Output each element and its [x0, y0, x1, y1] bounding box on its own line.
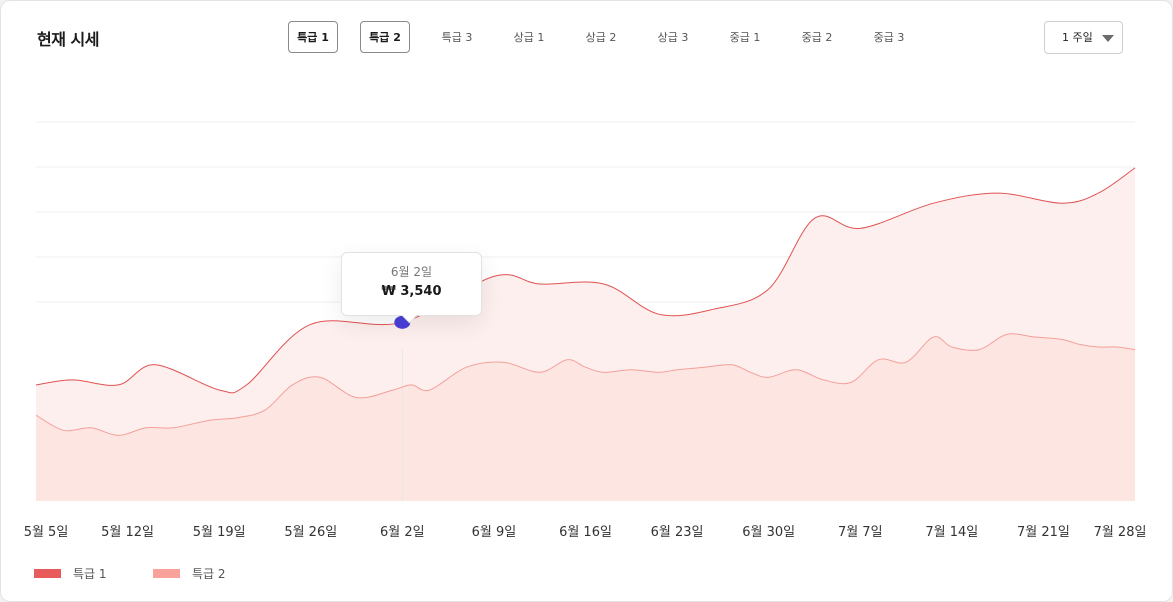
legend-label: 특급 1 — [73, 567, 107, 581]
legend-swatch — [153, 569, 180, 578]
x-tick-label: 5월 12일 — [101, 525, 154, 540]
tooltip-date: 6월 2일 — [390, 265, 433, 279]
x-tick-label: 5월 26일 — [284, 525, 337, 540]
tooltip-price: ₩ 3,540 — [381, 284, 442, 299]
legend-swatch — [34, 569, 61, 578]
x-tick-label: 6월 23일 — [651, 525, 704, 540]
x-tick-label: 5월 5일 — [24, 525, 69, 540]
x-tick-label: 6월 2일 — [380, 525, 425, 540]
x-tick-label: 6월 9일 — [472, 525, 517, 540]
price-chart: 5월 5일 5월 12일 5월 19일 5월 26일 6월 2일 6월 9일 6월 16일 6… — [24, 121, 1147, 540]
x-tick-label: 7월 14일 — [925, 525, 978, 540]
x-tick-label: 7월 7일 — [838, 525, 883, 540]
legend-label: 특급 2 — [192, 567, 226, 581]
x-tick-label: 7월 21일 — [1017, 525, 1070, 540]
x-tick-label: 5월 19일 — [193, 525, 246, 540]
x-tick-label: 7월 28일 — [1094, 525, 1147, 540]
x-tick-label: 6월 30일 — [742, 525, 795, 540]
chart-tooltip: 6월 2일 ₩ 3,540 — [341, 252, 482, 324]
x-tick-label: 6월 16일 — [559, 525, 612, 540]
